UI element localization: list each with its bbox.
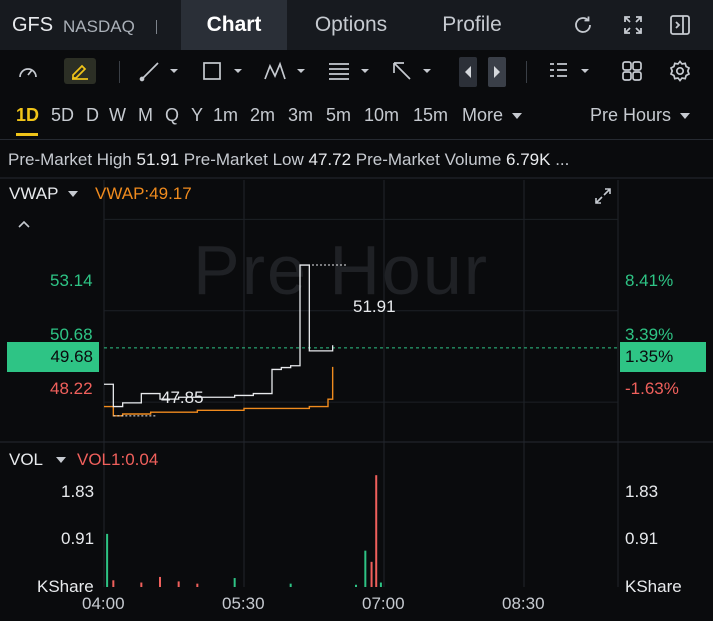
price-axis-label: 48.22 [50, 379, 93, 398]
x-axis-tick-label: 04:00 [82, 594, 125, 613]
vwap-label: VWAP [9, 184, 59, 203]
x-axis-tick-label: 07:00 [362, 594, 405, 613]
volume-bar [289, 583, 292, 587]
vwap-readout: VWAP:49.17 [95, 184, 192, 203]
vwap-series-line [104, 366, 334, 417]
volume-bar [177, 581, 180, 587]
low-marker-label: 47.85 [161, 388, 204, 407]
volume-axis-label: 0.91 [625, 529, 659, 548]
current-pct-tag: 1.35% [620, 342, 706, 372]
x-axis-tick-label: 05:30 [222, 594, 265, 613]
volume-unit-label: KShare [625, 577, 682, 596]
high-marker-label: 51.91 [353, 297, 396, 316]
volume-axis-label: 1.83 [61, 482, 95, 501]
vol-label: VOL [9, 450, 43, 469]
chevron-down-icon [56, 457, 67, 463]
volume-bar [196, 583, 199, 587]
collapse-pane-icon[interactable] [17, 214, 31, 234]
pct-axis-label: -1.63% [625, 379, 679, 398]
volume-bar [375, 475, 378, 587]
vol-readout: VOL1:0.04 [77, 450, 159, 469]
volume-bar [370, 561, 373, 587]
x-axis-tick-label: 08:30 [502, 594, 545, 613]
volume-axis-label: 1.83 [625, 482, 659, 501]
expand-pane-icon[interactable] [593, 186, 613, 211]
price-axis-label: 53.14 [50, 271, 93, 290]
current-price-tag: 49.68 [7, 342, 99, 372]
volume-bar [379, 582, 382, 587]
volume-bar [364, 550, 367, 587]
volume-bar [112, 580, 115, 587]
chevron-down-icon [67, 191, 78, 197]
volume-bar [106, 533, 109, 587]
pct-axis-label: 8.41% [625, 271, 674, 290]
vol-indicator-select[interactable]: VOL [9, 450, 67, 470]
volume-bar [159, 576, 161, 587]
vwap-indicator-select[interactable]: VWAP [9, 184, 79, 204]
volume-bar [355, 584, 357, 587]
volume-bar [140, 582, 143, 587]
volume-bar [233, 578, 236, 587]
price-series-line [104, 264, 334, 408]
volume-axis-label: 0.91 [61, 529, 95, 548]
